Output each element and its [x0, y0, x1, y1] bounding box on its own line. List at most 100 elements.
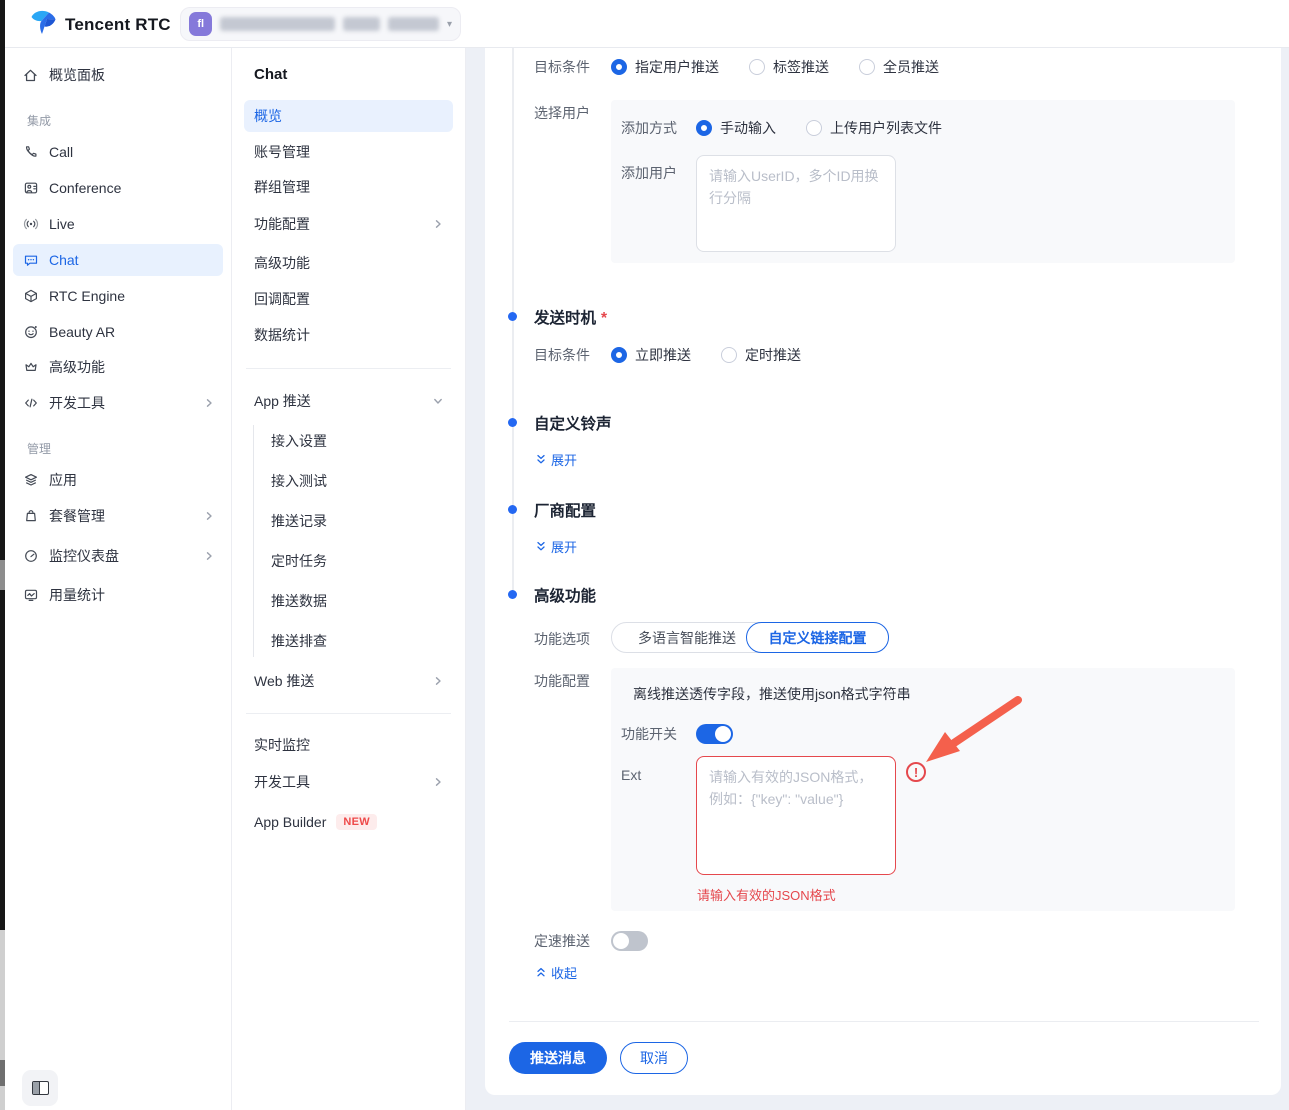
radio-label: 指定用户推送 — [635, 57, 719, 77]
ext-label-row: Ext — [621, 764, 696, 786]
submit-push-button[interactable]: 推送消息 — [509, 1042, 607, 1074]
expand-vendor-config-link[interactable]: 展开 — [536, 537, 577, 556]
radio-label: 手动输入 — [720, 118, 776, 138]
ext-json-textarea[interactable] — [696, 756, 896, 875]
nav-item-feature-config[interactable]: 功能配置 — [244, 208, 453, 240]
chevron-right-icon — [433, 219, 443, 229]
sidebar-item-call[interactable]: Call — [13, 136, 223, 168]
radio-add-manual[interactable]: 手动输入 — [696, 118, 776, 138]
sidebar-item-label: 应用 — [49, 470, 77, 490]
footer-divider — [509, 1021, 1259, 1022]
select-user-label-row: 选择用户 — [534, 102, 611, 124]
rate-push-toggle[interactable] — [611, 931, 648, 951]
sidebar-item-rtc-engine[interactable]: RTC Engine — [13, 280, 223, 312]
nav-item-callback-config[interactable]: 回调配置 — [244, 283, 453, 315]
nav-item-overview[interactable]: 概览 — [244, 100, 453, 132]
nav-item-advanced-features[interactable]: 高级功能 — [244, 247, 453, 279]
sidebar-item-beauty-ar[interactable]: Beauty AR — [13, 316, 223, 348]
redacted-app-id — [343, 17, 380, 31]
nav-item-label: 数据统计 — [254, 325, 310, 345]
nav-item-access-test[interactable]: 接入测试 — [244, 465, 453, 497]
shopping-bag-icon — [22, 508, 39, 525]
sidebar-item-conference[interactable]: Conference — [13, 172, 223, 204]
secondary-sidebar: Chat 概览 账号管理 群组管理 功能配置 高级功能 回调配置 数据统计 Ap… — [232, 48, 466, 1110]
nav-item-devtools[interactable]: 开发工具 — [244, 766, 453, 798]
collapse-section-link[interactable]: 收起 — [536, 963, 577, 982]
sidebar-item-chat[interactable]: Chat — [13, 244, 223, 276]
radio-send-scheduled[interactable]: 定时推送 — [721, 345, 801, 365]
add-user-textarea[interactable] — [696, 155, 896, 252]
sidebar-item-applications[interactable]: 应用 — [13, 464, 223, 496]
sidebar-item-usage-statistics[interactable]: 用量统计 — [13, 579, 223, 611]
radio-icon[interactable] — [806, 120, 822, 136]
chevron-down-icon: ▾ — [447, 19, 452, 30]
radio-target-tag[interactable]: 标签推送 — [749, 57, 829, 77]
radio-icon[interactable] — [611, 347, 627, 363]
main-content: 目标条件 指定用户推送 标签推送 全员推送 选择用户 添加方式 — [466, 48, 1289, 1110]
sidebar-item-label: Conference — [49, 180, 121, 196]
expand-custom-ring-link[interactable]: 展开 — [536, 450, 577, 469]
radio-label: 立即推送 — [635, 345, 691, 365]
radio-add-upload[interactable]: 上传用户列表文件 — [806, 118, 942, 138]
nav-item-app-builder[interactable]: App Builder NEW — [244, 806, 453, 838]
sidebar-item-monitoring-dashboard[interactable]: 监控仪表盘 — [13, 540, 223, 572]
field-label: 功能开关 — [621, 724, 696, 744]
nav-item-label: 概览 — [254, 106, 282, 126]
sidebar-item-plan-management[interactable]: 套餐管理 — [13, 500, 223, 532]
tab-custom-link-config[interactable]: 自定义链接配置 — [746, 622, 889, 653]
required-asterisk: * — [601, 310, 607, 327]
sidebar-item-devtools[interactable]: 开发工具 — [13, 387, 223, 419]
nav-item-label: 接入设置 — [271, 431, 327, 451]
sidebar-item-label: 套餐管理 — [49, 506, 105, 526]
nav-item-realtime-monitor[interactable]: 实时监控 — [244, 729, 453, 761]
chevron-right-icon — [204, 511, 214, 521]
radio-target-specified[interactable]: 指定用户推送 — [611, 57, 719, 77]
sidebar-item-overview-panel[interactable]: 概览面板 — [13, 59, 223, 91]
collapse-panel-icon — [32, 1081, 49, 1095]
radio-icon[interactable] — [749, 59, 765, 75]
nav-item-web-push[interactable]: Web 推送 — [244, 665, 453, 697]
nav-item-account-management[interactable]: 账号管理 — [244, 136, 453, 168]
toggle-knob — [613, 933, 629, 949]
send-condition-row: 目标条件 立即推送 定时推送 — [534, 344, 831, 366]
ext-error-message: 请输入有效的JSON格式 — [697, 885, 836, 904]
nav-item-label: 账号管理 — [254, 142, 310, 162]
heading-text: 发送时机 — [534, 310, 596, 327]
cancel-button[interactable]: 取消 — [620, 1042, 688, 1074]
radio-icon[interactable] — [696, 120, 712, 136]
radio-icon[interactable] — [721, 347, 737, 363]
field-label: Ext — [621, 767, 696, 783]
tab-multilang-push[interactable]: 多语言智能推送 — [612, 623, 762, 652]
nav-item-access-setting[interactable]: 接入设置 — [244, 425, 453, 457]
link-label: 展开 — [551, 450, 577, 469]
nav-item-data-statistics[interactable]: 数据统计 — [244, 319, 453, 351]
brand-name: Tencent RTC — [65, 15, 171, 35]
nav-item-push-record[interactable]: 推送记录 — [244, 505, 453, 537]
nav-item-group-management[interactable]: 群组管理 — [244, 171, 453, 203]
nav-item-label: 高级功能 — [254, 253, 310, 273]
timeline-dot — [508, 590, 517, 599]
footer-actions: 推送消息 取消 — [509, 1042, 688, 1074]
field-label: 添加方式 — [621, 118, 696, 138]
field-label: 功能配置 — [534, 671, 611, 691]
sidebar-item-label: 高级功能 — [49, 357, 105, 377]
smiley-icon — [22, 324, 39, 341]
nav-item-label: 群组管理 — [254, 177, 310, 197]
radio-icon[interactable] — [611, 59, 627, 75]
nav-item-push-troubleshoot[interactable]: 推送排查 — [244, 625, 453, 657]
nav-item-scheduled-task[interactable]: 定时任务 — [244, 545, 453, 577]
app-selector[interactable]: fl ▾ — [180, 7, 461, 41]
select-user-panel: 添加方式 手动输入 上传用户列表文件 添加用户 — [611, 100, 1235, 263]
feature-switch-toggle[interactable] — [696, 724, 733, 744]
radio-target-all[interactable]: 全员推送 — [859, 57, 939, 77]
sidebar-item-live[interactable]: Live — [13, 208, 223, 240]
radio-icon[interactable] — [859, 59, 875, 75]
collapse-sidebar-button[interactable] — [22, 1070, 58, 1106]
sidebar-item-advanced-features[interactable]: 高级功能 — [13, 351, 223, 383]
nav-item-label: 回调配置 — [254, 289, 310, 309]
chevron-right-icon — [204, 551, 214, 561]
nav-item-app-push[interactable]: App 推送 — [244, 385, 453, 417]
section-label-management: 管理 — [27, 441, 51, 457]
radio-send-immediate[interactable]: 立即推送 — [611, 345, 691, 365]
nav-item-push-data[interactable]: 推送数据 — [244, 585, 453, 617]
